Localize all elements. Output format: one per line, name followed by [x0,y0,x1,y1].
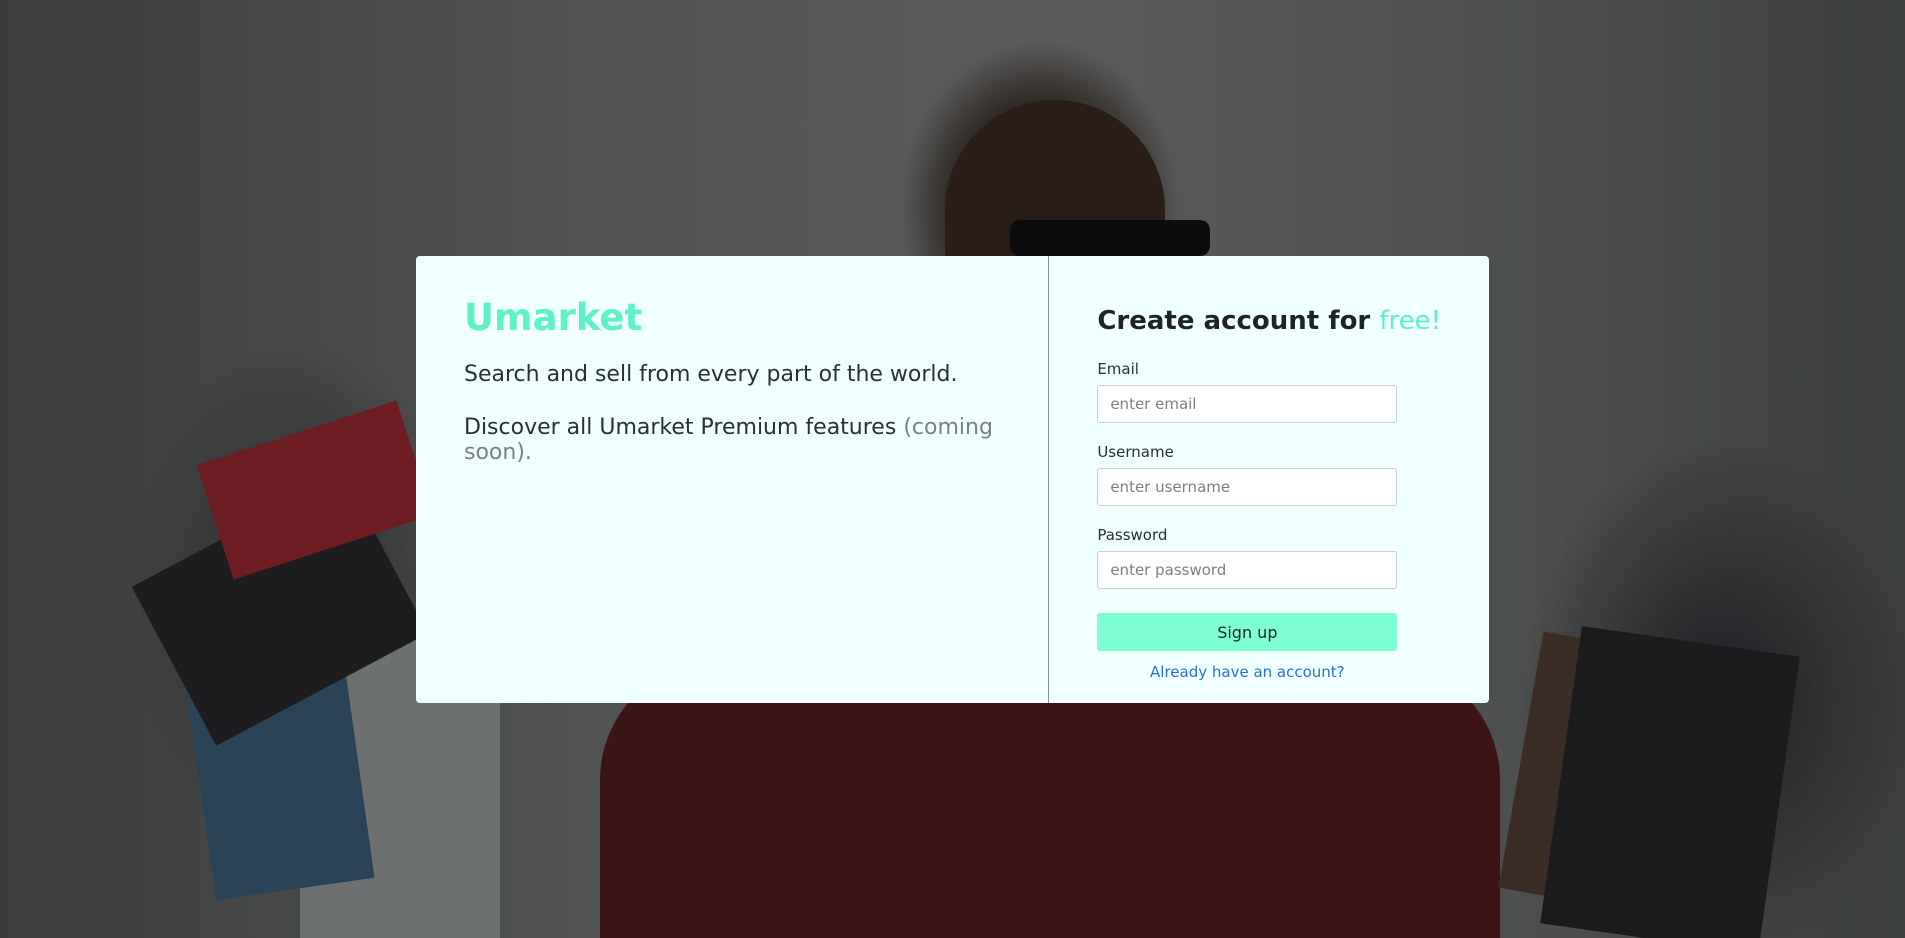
brand-title: Umarket [464,296,643,339]
email-label: Email [1097,360,1139,378]
form-title-accent: free! [1379,306,1441,336]
email-field[interactable] [1097,385,1398,423]
photo-sunglasses [1010,220,1210,256]
login-link[interactable]: Already have an account? [1097,663,1397,681]
intro-panel: Umarket Search and sell from every part … [416,256,1050,703]
signup-card: Umarket Search and sell from every part … [416,256,1489,703]
premium-text: Discover all Umarket Premium features (c… [464,415,1000,465]
username-label: Username [1097,443,1174,461]
photo-bag-red [196,400,434,580]
password-field[interactable] [1097,551,1398,589]
photo-bag-dark [1540,626,1800,938]
username-field[interactable] [1097,468,1398,506]
premium-text-main: Discover all Umarket Premium features [464,415,904,441]
brand-tagline: Search and sell from every part of the w… [464,362,958,388]
form-title: Create account for free! [1097,306,1441,336]
form-title-prefix: Create account for [1097,306,1380,336]
signup-form: Create account for free! Email Username … [1049,256,1489,703]
password-label: Password [1097,526,1168,544]
signup-button[interactable]: Sign up [1097,613,1398,651]
